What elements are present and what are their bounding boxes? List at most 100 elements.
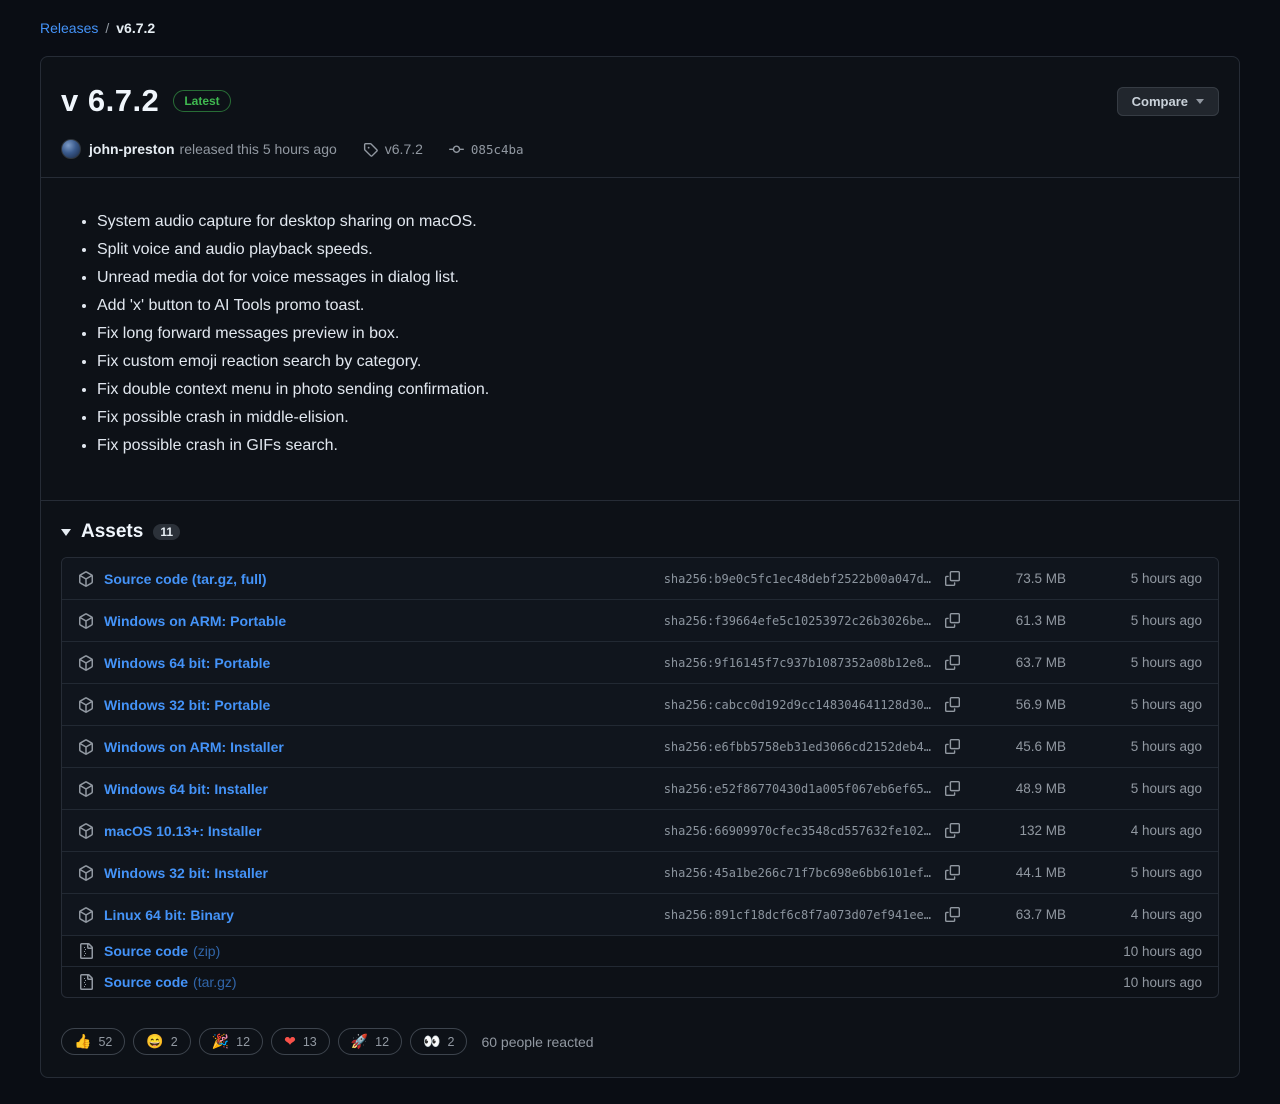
copy-sha-button[interactable] [943,779,962,798]
asset-row: Linux 64 bit: Binary sha256:891cf18dcf6c… [62,893,1218,935]
asset-size: 132 MB [962,823,1066,838]
reaction-thumbs-up[interactable]: 👍 52 [61,1028,125,1055]
asset-sha: sha256:e6fbb5758eb31ed3066cd2152deb4… [664,740,931,754]
breadcrumb-releases-link[interactable]: Releases [40,20,98,36]
tag-icon [363,142,378,157]
heart-icon: ❤ [284,1033,296,1050]
asset-download-link[interactable]: Windows on ARM: Portable [104,613,286,629]
party-popper-icon: 🎉 [212,1033,229,1050]
reaction-hooray[interactable]: 🎉 12 [199,1028,263,1055]
asset-time: 4 hours ago [1066,907,1202,922]
author-link[interactable]: john-preston [89,141,175,157]
asset-download-link[interactable]: Windows 64 bit: Installer [104,781,268,797]
asset-time: 5 hours ago [1066,613,1202,628]
reaction-rocket[interactable]: 🚀 12 [338,1028,402,1055]
laugh-icon: 😄 [146,1033,163,1050]
asset-time: 5 hours ago [1066,865,1202,880]
reaction-summary: 60 people reacted [481,1034,593,1050]
release-meta-row: john-preston released this 5 hours ago v… [61,139,1219,159]
reaction-eyes[interactable]: 👀 2 [410,1028,467,1055]
asset-download-link[interactable]: Windows 32 bit: Installer [104,865,268,881]
package-icon [78,907,94,923]
changelog-item: Fix double context menu in photo sending… [97,376,1219,404]
file-zip-icon [78,943,94,959]
asset-time: 5 hours ago [1066,739,1202,754]
reaction-heart[interactable]: ❤ 13 [271,1028,330,1055]
assets-section: Assets 11 Source code (tar.gz, full) sha… [41,500,1239,1014]
copy-sha-button[interactable] [943,737,962,756]
released-text: released this 5 hours ago [180,141,337,157]
asset-sha: sha256:891cf18dcf6c8f7a073d07ef941ee… [664,908,931,922]
asset-sha: sha256:cabcc0d192d9cc148304641128d30… [664,698,931,712]
asset-size: 45.6 MB [962,739,1066,754]
reactions-bar: 👍 52 😄 2 🎉 12 ❤ 13 🚀 12 👀 2 [41,1014,1239,1077]
changelog-item: Fix long forward messages preview in box… [97,320,1219,348]
copy-sha-button[interactable] [943,905,962,924]
reaction-laugh[interactable]: 😄 2 [133,1028,190,1055]
reaction-count: 12 [375,1035,389,1049]
changelog-item: Unread media dot for voice messages in d… [97,264,1219,292]
package-icon [78,655,94,671]
asset-sha: sha256:e52f86770430d1a005f067eb6ef65… [664,782,931,796]
release-page: Releases / v6.7.2 v 6.7.2 Latest Compare… [0,0,1280,1092]
assets-count-badge: 11 [153,524,180,540]
asset-row: Windows on ARM: Installer sha256:e6fbb57… [62,725,1218,767]
changelog-item: Add 'x' button to AI Tools promo toast. [97,292,1219,320]
asset-suffix: (zip) [193,943,220,959]
release-notes: System audio capture for desktop sharing… [41,178,1239,500]
commit-sha-link[interactable]: 085c4ba [471,142,524,157]
commit-icon [449,142,464,157]
changelog-item: System audio capture for desktop sharing… [97,208,1219,236]
asset-download-link[interactable]: Source code (tar.gz, full) [104,571,267,587]
changelog-list: System audio capture for desktop sharing… [61,208,1219,460]
asset-row: Windows 64 bit: Portable sha256:9f16145f… [62,641,1218,683]
asset-download-link[interactable]: Windows 32 bit: Portable [104,697,270,713]
asset-download-link[interactable]: Linux 64 bit: Binary [104,907,234,923]
breadcrumb-separator: / [105,20,109,36]
asset-sha: sha256:f39664efe5c10253972c26b3026be… [664,614,931,628]
asset-row: Windows on ARM: Portable sha256:f39664ef… [62,599,1218,641]
package-icon [78,823,94,839]
collapse-caret-icon[interactable] [61,529,71,536]
package-icon [78,697,94,713]
asset-sha: sha256:45a1be266c71f7bc698e6bb6101ef… [664,866,931,880]
asset-download-link[interactable]: Source code [104,974,188,990]
eyes-icon: 👀 [423,1033,440,1050]
copy-sha-button[interactable] [943,695,962,714]
thumbs-up-icon: 👍 [74,1033,91,1050]
release-tag: v6.7.2 [363,141,423,157]
copy-sha-button[interactable] [943,611,962,630]
copy-sha-button[interactable] [943,821,962,840]
asset-row: Source code (zip) 10 hours ago [62,935,1218,966]
asset-row: Source code (tar.gz) 10 hours ago [62,966,1218,997]
asset-row: Source code (tar.gz, full) sha256:b9e0c5… [62,558,1218,599]
package-icon [78,739,94,755]
asset-time: 10 hours ago [1066,944,1202,959]
package-icon [78,571,94,587]
reaction-count: 52 [98,1035,112,1049]
rocket-icon: 🚀 [351,1033,368,1050]
assets-header[interactable]: Assets 11 [61,515,1219,557]
copy-sha-button[interactable] [943,653,962,672]
breadcrumb: Releases / v6.7.2 [40,20,1240,36]
latest-badge: Latest [173,90,230,112]
asset-download-link[interactable]: Windows on ARM: Installer [104,739,284,755]
changelog-item: Fix custom emoji reaction search by cate… [97,348,1219,376]
assets-title: Assets [81,521,143,543]
asset-download-link[interactable]: Source code [104,943,188,959]
asset-size: 61.3 MB [962,613,1066,628]
copy-sha-button[interactable] [943,863,962,882]
compare-button[interactable]: Compare [1117,87,1219,116]
asset-download-link[interactable]: Windows 64 bit: Portable [104,655,270,671]
avatar[interactable] [61,139,81,159]
asset-time: 5 hours ago [1066,697,1202,712]
changelog-item: Fix possible crash in GIFs search. [97,432,1219,460]
asset-time: 5 hours ago [1066,655,1202,670]
asset-download-link[interactable]: macOS 10.13+: Installer [104,823,262,839]
release-commit: 085c4ba [449,142,524,157]
asset-size: 56.9 MB [962,697,1066,712]
release-header: v 6.7.2 Latest Compare john-preston rele… [41,57,1239,178]
copy-sha-button[interactable] [943,569,962,588]
asset-sha: sha256:9f16145f7c937b1087352a08b12e8… [664,656,931,670]
changelog-item: Fix possible crash in middle-elision. [97,404,1219,432]
